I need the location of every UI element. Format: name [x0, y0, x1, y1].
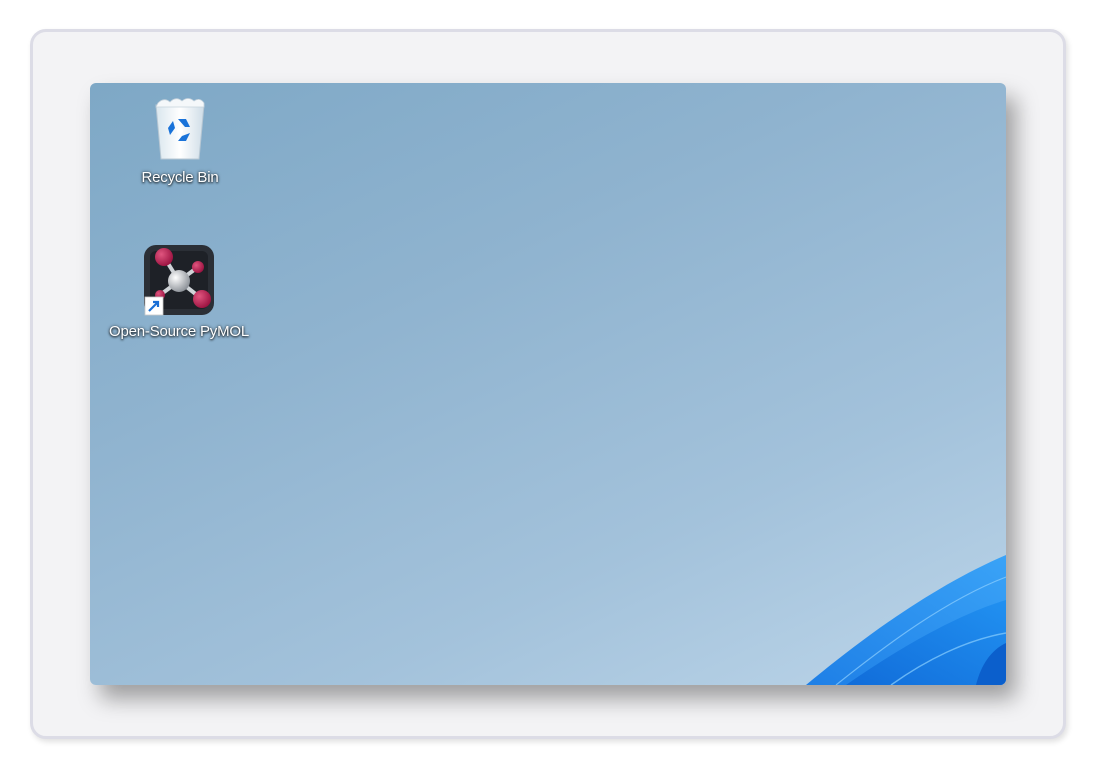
desktop-icon-pymol[interactable]: Open-Source PyMOL	[94, 243, 264, 340]
pymol-label: Open-Source PyMOL	[109, 323, 249, 340]
shortcut-arrow-icon	[144, 296, 164, 316]
recycle-bin-label: Recycle Bin	[141, 169, 219, 186]
desktop-icon-recycle-bin[interactable]: Recycle Bin	[130, 95, 230, 186]
desktop[interactable]: Recycle Bin Open-Source PyMOL	[90, 83, 1006, 685]
pymol-shortcut-icon	[144, 245, 214, 316]
recycle-bin-icon	[155, 98, 205, 160]
wallpaper-bloom	[806, 555, 1006, 685]
